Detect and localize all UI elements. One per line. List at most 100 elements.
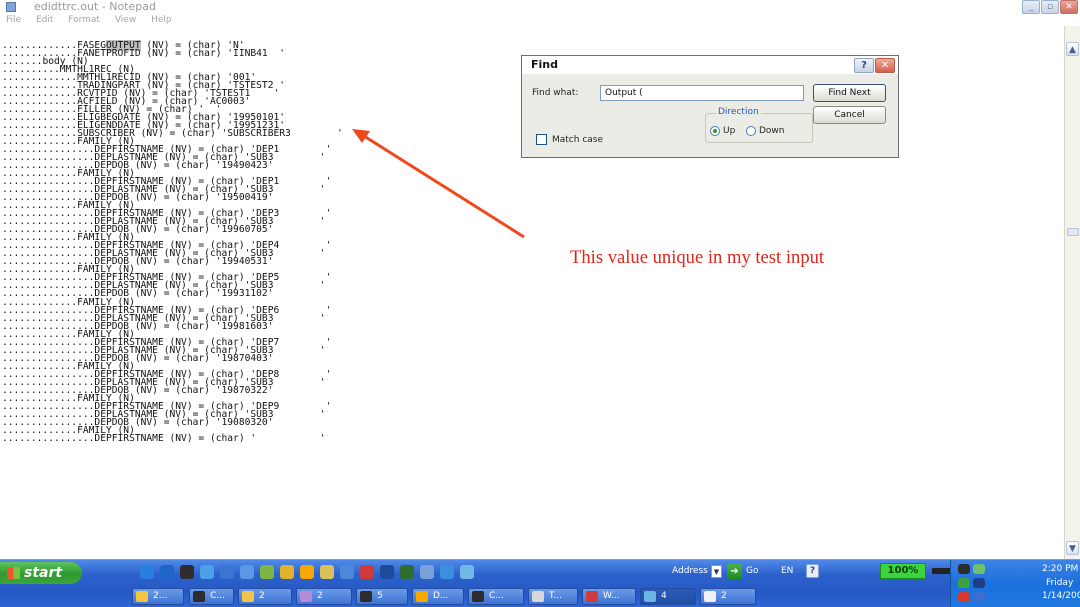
- address-label: Address: [672, 566, 708, 576]
- scroll-thumb[interactable]: [1067, 228, 1079, 236]
- power-plug-icon: [932, 568, 952, 574]
- task-button[interactable]: D...: [412, 588, 464, 605]
- menu-view[interactable]: View: [115, 15, 136, 25]
- task-icon: [360, 591, 372, 602]
- menu-format[interactable]: Format: [68, 15, 100, 25]
- mail-icon[interactable]: [420, 565, 434, 579]
- find-dialog-title: Find: [522, 56, 898, 74]
- find-next-button[interactable]: Find Next: [813, 84, 886, 102]
- language-help-icon[interactable]: ?: [806, 564, 819, 578]
- console-icon[interactable]: [180, 565, 194, 579]
- task-button[interactable]: C...: [189, 588, 234, 605]
- notepad-icon: [6, 2, 16, 12]
- task-icon: [136, 591, 148, 602]
- taskbar: start Address ▼ ➔ Go EN ? 100% 2:20 PM F…: [0, 559, 1080, 607]
- paint-icon[interactable]: [440, 565, 454, 579]
- calendar-icon[interactable]: [340, 565, 354, 579]
- find-dialog: Find ? ✕ Find what: Output ( Find Next C…: [521, 55, 899, 158]
- maximize-button[interactable]: ▫: [1041, 0, 1059, 14]
- task-button[interactable]: 2: [238, 588, 292, 605]
- search-icon[interactable]: [240, 565, 254, 579]
- weather-icon[interactable]: [460, 565, 474, 579]
- direction-up-label: Up: [723, 126, 736, 136]
- notes-icon[interactable]: [320, 565, 334, 579]
- match-case-label: Match case: [552, 135, 604, 145]
- match-case-checkbox[interactable]: [536, 134, 547, 145]
- task-icon: [242, 591, 254, 602]
- task-label: W...: [603, 591, 620, 601]
- browser-icon[interactable]: [160, 565, 174, 579]
- task-label: C...: [489, 591, 504, 601]
- folder-icon[interactable]: [200, 565, 214, 579]
- menu-edit[interactable]: Edit: [36, 15, 53, 25]
- indent-dots: ................: [2, 432, 95, 444]
- cancel-button[interactable]: Cancel: [813, 106, 886, 124]
- task-button[interactable]: C...: [468, 588, 524, 605]
- task-icon: [300, 591, 312, 602]
- find-what-label: Find what:: [532, 88, 579, 98]
- messenger-icon[interactable]: [360, 565, 374, 579]
- text-lines: .............FASEGOUTPUT (NV) = (char) '…: [2, 40, 343, 444]
- task-icon: [586, 591, 598, 602]
- task-button[interactable]: 4: [640, 588, 696, 605]
- go-label[interactable]: Go: [746, 566, 758, 576]
- tray-info-icon[interactable]: [973, 578, 985, 588]
- direction-down-radio[interactable]: [746, 126, 756, 136]
- minimize-button[interactable]: _: [1022, 0, 1040, 14]
- ie-icon[interactable]: [140, 565, 154, 579]
- document-icon[interactable]: [220, 565, 234, 579]
- direction-label: Direction: [716, 107, 761, 117]
- task-button[interactable]: 5: [356, 588, 408, 605]
- task-label: 4: [661, 591, 667, 601]
- tray-security-icon[interactable]: [958, 592, 970, 602]
- go-arrow-icon[interactable]: ➔: [727, 564, 742, 579]
- tray-volume-icon[interactable]: [973, 592, 985, 602]
- network-icon[interactable]: [260, 565, 274, 579]
- window-controls: _ ▫ ✕: [1022, 0, 1078, 14]
- line-text: DEPFIRSTNAME (NV) = (char) ' ': [94, 432, 326, 444]
- task-icon: [704, 591, 716, 602]
- task-icon: [193, 591, 205, 602]
- menu-file[interactable]: File: [6, 15, 21, 25]
- dialog-close-button[interactable]: ✕: [875, 58, 895, 73]
- word-icon[interactable]: [380, 565, 394, 579]
- task-button[interactable]: 2: [700, 588, 756, 605]
- task-button[interactable]: W...: [582, 588, 636, 605]
- task-icon: [644, 591, 656, 602]
- title-bar: edidttrc.out - Notepad _ ▫ ✕: [0, 0, 1080, 14]
- direction-up-radio[interactable]: [710, 126, 720, 136]
- line-text: FANETPROFID (NV) = (char) 'IINB41 ': [77, 48, 286, 60]
- menu-help[interactable]: Help: [151, 15, 172, 25]
- task-button[interactable]: 2: [296, 588, 352, 605]
- tray-network-icon[interactable]: [973, 564, 985, 574]
- battery-meter: 100%: [880, 563, 926, 579]
- help-button[interactable]: ?: [854, 58, 874, 73]
- close-button[interactable]: ✕: [1060, 0, 1078, 14]
- address-dropdown[interactable]: ▼: [711, 565, 722, 578]
- direction-down-label: Down: [759, 126, 785, 136]
- tray-sync-icon[interactable]: [958, 578, 970, 588]
- tray-display-icon[interactable]: [958, 564, 970, 574]
- media-icon[interactable]: [300, 565, 314, 579]
- task-label: C...: [210, 591, 225, 601]
- tools-icon[interactable]: [280, 565, 294, 579]
- clock-time[interactable]: 2:20 PM: [1042, 564, 1078, 574]
- find-what-input[interactable]: Output (: [600, 85, 804, 101]
- scroll-up-button[interactable]: ▲: [1066, 42, 1079, 56]
- menu-bar: File Edit Format View Help: [0, 14, 1080, 26]
- scroll-down-button[interactable]: ▼: [1066, 541, 1079, 555]
- excel-icon[interactable]: [400, 565, 414, 579]
- vertical-scrollbar[interactable]: ▲ ▼: [1064, 26, 1080, 559]
- task-label: 2: [259, 591, 265, 601]
- language-indicator[interactable]: EN: [781, 566, 793, 576]
- task-button[interactable]: 2...: [132, 588, 184, 605]
- window-title: edidttrc.out - Notepad: [34, 0, 156, 13]
- task-label: 2: [721, 591, 727, 601]
- text-line: ................DEPFIRSTNAME (NV) = (cha…: [2, 432, 343, 444]
- clock-day: Friday: [1046, 578, 1074, 588]
- task-icon: [472, 591, 484, 602]
- task-label: T...: [549, 591, 563, 601]
- annotation-text: This value unique in my test input: [570, 247, 825, 268]
- start-button[interactable]: start: [0, 562, 82, 584]
- task-button[interactable]: T...: [528, 588, 578, 605]
